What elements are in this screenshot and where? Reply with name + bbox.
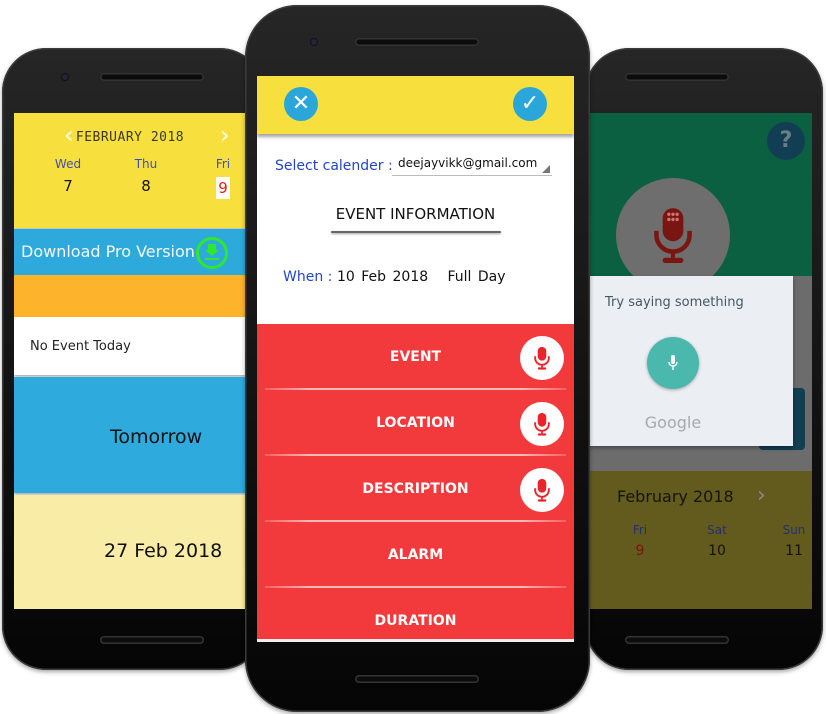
google-voice-dialog: Try saying something Google <box>585 276 793 446</box>
voice-input-button[interactable] <box>520 336 564 380</box>
chevron-right-icon[interactable]: › <box>757 483 766 508</box>
phone-right: ? ‹ February 2018 › Fri 9 Sat 10 <box>585 48 823 670</box>
voice-record-button[interactable] <box>616 178 730 292</box>
field-alarm[interactable]: ALARM <box>257 522 574 588</box>
front-camera <box>62 74 68 80</box>
day-sat[interactable]: Sat 10 <box>697 523 737 559</box>
upcoming-date-card[interactable]: 27 Feb 2018 <box>14 495 246 609</box>
field-event[interactable]: EVENT <box>257 324 574 390</box>
week-calendar-dimmed: ‹ February 2018 › Fri 9 Sat 10 Sun 11 <box>585 471 812 609</box>
event-editor-screen: ✕ ✓ Select calender : deejayvikk@gmail.c… <box>257 76 574 642</box>
day-fri-today[interactable]: Fri 9 <box>203 157 243 199</box>
field-duration[interactable]: DURATION <box>257 588 574 642</box>
month-title: February 2018 <box>617 487 734 506</box>
microphone-icon <box>668 355 678 370</box>
download-icon[interactable] <box>196 237 228 269</box>
event-fields-list: EVENT LOCATION DESCRIPTION ALARM DURATIO… <box>257 324 574 642</box>
day-fri-today[interactable]: Fri 9 <box>620 523 660 559</box>
field-location[interactable]: LOCATION <box>257 390 574 456</box>
google-brand-label: Google <box>644 413 702 432</box>
bottom-edge <box>257 639 574 642</box>
download-pro-banner[interactable]: Download Pro Version <box>14 229 246 275</box>
today-events-card[interactable]: No Event Today <box>14 317 246 375</box>
upcoming-date-label: 27 Feb 2018 <box>104 540 223 562</box>
earpiece-speaker <box>100 73 204 81</box>
orange-divider-band <box>14 275 246 317</box>
microphone-icon <box>534 346 550 370</box>
voice-prompt: Try saying something <box>605 295 744 310</box>
week-calendar-header: ‹ FEBRUARY 2018 › Wed 7 Thu 8 Fri 9 <box>14 113 246 228</box>
voice-input-button[interactable] <box>520 468 564 512</box>
select-calendar-label: Select calender : <box>275 158 393 174</box>
section-title: EVENT INFORMATION <box>335 205 496 223</box>
tomorrow-card[interactable]: Tomorrow <box>14 377 246 493</box>
voice-input-button[interactable] <box>520 402 564 446</box>
day-wed[interactable]: Wed 7 <box>48 157 88 195</box>
voice-input-screen: ? ‹ February 2018 › Fri 9 Sat 10 <box>585 113 812 609</box>
bottom-speaker <box>625 636 729 644</box>
editor-toolbar: ✕ ✓ <box>257 76 574 134</box>
day-thu[interactable]: Thu 8 <box>126 157 166 195</box>
no-event-label: No Event Today <box>30 339 131 354</box>
when-value[interactable]: 10 Feb 2018 Full Day <box>337 269 506 285</box>
google-mic-button[interactable] <box>647 337 699 389</box>
calendar-account-value: deejayvikk@gmail.com <box>398 156 538 170</box>
month-title: FEBRUARY 2018 <box>75 130 185 145</box>
front-camera <box>311 39 317 45</box>
calendar-home-screen: ‹ FEBRUARY 2018 › Wed 7 Thu 8 Fri 9 Down… <box>14 113 246 609</box>
bottom-speaker <box>355 675 479 683</box>
field-description[interactable]: DESCRIPTION <box>257 456 574 522</box>
when-label: When : <box>283 269 333 285</box>
when-duration: Full Day <box>447 269 506 285</box>
when-date: 10 Feb 2018 <box>337 269 429 285</box>
calendar-account-select[interactable]: deejayvikk@gmail.com <box>392 154 552 176</box>
download-pro-label: Download Pro Version <box>21 242 195 261</box>
bottom-speaker <box>100 636 204 644</box>
microphone-icon <box>534 412 550 436</box>
tomorrow-label: Tomorrow <box>110 426 203 448</box>
dropdown-caret-icon <box>542 165 550 173</box>
microphone-icon <box>654 208 692 263</box>
close-icon[interactable]: ✕ <box>284 87 318 121</box>
help-button[interactable]: ? <box>767 122 805 160</box>
earpiece-speaker <box>355 38 479 46</box>
microphone-icon <box>534 478 550 502</box>
phone-center: ✕ ✓ Select calender : deejayvikk@gmail.c… <box>245 5 590 712</box>
title-underline <box>331 231 501 233</box>
earpiece-speaker <box>625 73 729 81</box>
check-icon[interactable]: ✓ <box>513 87 547 121</box>
day-sun[interactable]: Sun 11 <box>774 523 812 559</box>
chevron-right-icon[interactable]: › <box>220 123 230 147</box>
